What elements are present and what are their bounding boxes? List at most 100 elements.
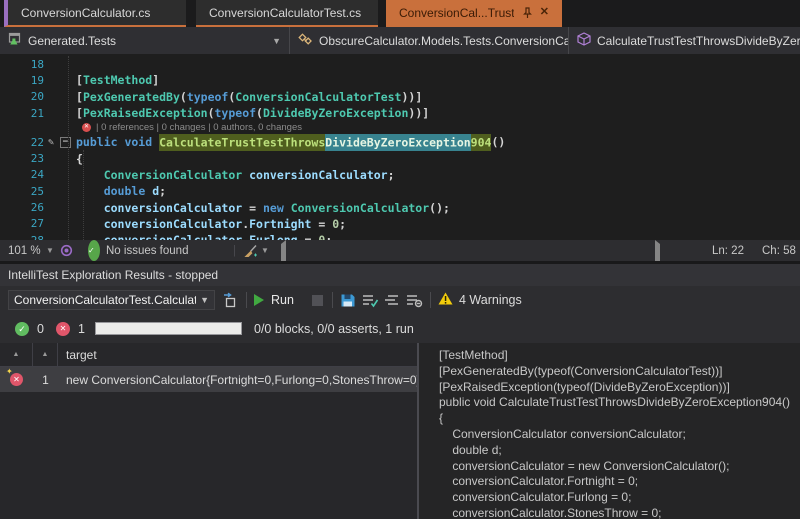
chevron-down-icon: ▼ <box>266 36 281 46</box>
code-line-23: 23{ <box>0 150 800 166</box>
sort-asc-icon: ▲ <box>13 351 20 358</box>
sort-column-status[interactable]: ▲ <box>0 343 33 366</box>
type-dropdown[interactable]: ObscureCalculator.Models.Tests.Conversio… <box>290 27 569 54</box>
details-line: ConversionCalculator conversionCalculato… <box>439 427 800 443</box>
code-token <box>284 201 291 215</box>
code-token: CalculateTrustTestThrows <box>159 134 325 151</box>
divider: | <box>233 240 236 261</box>
results-table: ▲ ▲ target ✕✦ 1 new ConversionCalculator… <box>0 343 417 519</box>
chevron-down-icon[interactable]: ▼ <box>261 240 269 261</box>
result-status-cell: ✕✦ <box>0 373 33 386</box>
details-line: conversionCalculator.Fortnight = 0; <box>439 474 800 490</box>
code-token: PexRaisedException <box>83 106 208 120</box>
line-indicator: Ln: 22 <box>712 240 744 261</box>
run-button[interactable]: Run <box>254 286 294 314</box>
code-token: = <box>311 217 332 231</box>
show-passing-list-icon[interactable] <box>362 286 379 314</box>
code-token: ] <box>152 73 159 87</box>
open-in-window-button[interactable] <box>222 286 239 314</box>
code-token: DivideByZeroException <box>325 134 470 151</box>
code-token <box>76 168 104 182</box>
target-combo[interactable]: ConversionCalculatorTest.Calculate ▼ <box>8 290 215 310</box>
code-cleanup-broom-icon[interactable] <box>243 240 258 261</box>
code-token: ; <box>339 217 346 231</box>
details-line: conversionCalculator = new ConversionCal… <box>439 459 800 475</box>
tab-conversioncalculatortest[interactable]: ConversionCalculatorTest.cs <box>196 0 378 27</box>
tab-label: ConversionCal...TrustTest.g.cs <box>399 6 514 20</box>
code-text: { <box>74 152 83 166</box>
details-line: [PexRaisedException(typeof(DivideByZeroE… <box>439 380 800 396</box>
pin-icon[interactable] <box>523 7 532 19</box>
toolbar-separator <box>246 292 247 308</box>
filter-list-icon[interactable] <box>406 286 423 314</box>
line-number: 18 <box>0 58 44 71</box>
intellitest-panel-title[interactable]: IntelliTest Exploration Results - stoppe… <box>0 264 800 286</box>
line-number: 22 <box>0 136 44 149</box>
column-header-target[interactable]: target <box>58 343 417 366</box>
code-line-20: 20 [PexGeneratedBy(typeof(ConversionCalcu… <box>0 89 800 105</box>
class-icon <box>298 33 313 49</box>
passed-count: 0 <box>37 314 44 343</box>
details-line: conversionCalculator.StonesThrow = 0; <box>439 506 800 519</box>
code-token <box>76 233 104 240</box>
save-tests-button[interactable] <box>340 286 356 314</box>
intellitest-toolbar: ConversionCalculatorTest.Calculate ▼ Run <box>0 286 800 314</box>
line-number: 21 <box>0 107 44 120</box>
code-token: Fortnight <box>249 217 311 231</box>
issues-message[interactable]: No issues found <box>106 240 188 261</box>
code-token: PexGeneratedBy <box>83 90 180 104</box>
project-dropdown[interactable]: Generated.Tests ▼ <box>0 27 290 54</box>
code-token: [ <box>76 90 83 104</box>
line-number: 20 <box>0 90 44 103</box>
code-token: [ <box>76 106 83 120</box>
failed-icon: ✕ <box>56 314 70 343</box>
code-token: ConversionCalculatorTest <box>235 90 401 104</box>
line-number: 19 <box>0 74 44 87</box>
collapse-box-icon[interactable]: − <box>60 137 71 148</box>
details-line: [TestMethod] <box>439 348 800 364</box>
stop-button[interactable] <box>312 286 323 314</box>
line-number: 24 <box>0 168 44 181</box>
tab-trusttest-active[interactable]: ConversionCal...TrustTest.g.cs ✕ <box>386 0 562 27</box>
toolbar-separator <box>332 292 333 308</box>
details-line: public void CalculateTrustTestThrowsDivi… <box>439 395 800 411</box>
codelens-text[interactable]: | 0 references | 0 changes | 0 authors, … <box>96 122 302 133</box>
result-row-selected[interactable]: ✕✦ 1 new ConversionCalculator{Fortnight=… <box>0 367 417 392</box>
code-text: conversionCalculator.Fortnight = 0; <box>74 217 346 231</box>
code-line-24: 24 ConversionCalculator conversionCalcul… <box>0 167 800 183</box>
close-icon[interactable]: ✕ <box>540 7 549 18</box>
details-line: double d; <box>439 443 800 459</box>
code-editor[interactable]: 1819[TestMethod]20[PexGeneratedBy(typeof… <box>0 54 800 240</box>
run-stats: 0/0 blocks, 0/0 asserts, 1 run <box>254 314 414 343</box>
test-failed-icon: ✕✦ <box>10 373 23 386</box>
warnings-button[interactable]: 4 Warnings <box>438 286 522 314</box>
code-token: { <box>76 152 83 166</box>
code-token: ConversionCalculator <box>291 201 429 215</box>
zoom-level[interactable]: 101 % <box>8 240 41 261</box>
code-token: typeof <box>187 90 229 104</box>
intellicode-status-icon[interactable] <box>60 240 73 261</box>
code-text: [PexGeneratedBy(typeof(ConversionCalcula… <box>74 90 422 104</box>
tab-conversioncalculator[interactable]: ConversionCalculator.cs <box>4 0 186 27</box>
indent-guide <box>68 56 69 240</box>
group-list-icon[interactable] <box>384 286 401 314</box>
code-token: [ <box>76 73 83 87</box>
member-dropdown[interactable]: CalculateTrustTestThrowsDivideByZeroEx <box>569 27 800 54</box>
code-token: ( <box>208 106 215 120</box>
sort-column-index[interactable]: ▲ <box>33 343 58 366</box>
code-text: [PexRaisedException(typeof(DivideByZeroE… <box>74 106 429 120</box>
visual-studio-window: ConversionCalculator.cs ConversionCalcul… <box>0 0 800 519</box>
code-line-18: 18 <box>0 56 800 72</box>
code-token: ))] <box>401 90 422 104</box>
code-token: conversionCalculator <box>104 201 242 215</box>
details-panel[interactable]: [TestMethod][PexGeneratedBy(typeof(Conve… <box>419 343 800 519</box>
chevron-down-icon[interactable]: ▼ <box>46 240 54 261</box>
progress-bar <box>95 322 242 335</box>
code-token: new <box>263 201 284 215</box>
code-token: = <box>298 233 319 240</box>
code-line-28: 28 conversionCalculator.Furlong = 0; <box>0 232 800 240</box>
code-token: conversionCalculator <box>104 217 242 231</box>
codelens-row: ✕| 0 references | 0 changes | 0 authors,… <box>0 121 800 134</box>
column-indicator: Ch: 58 <box>762 240 796 261</box>
code-token: Furlong <box>249 233 297 240</box>
